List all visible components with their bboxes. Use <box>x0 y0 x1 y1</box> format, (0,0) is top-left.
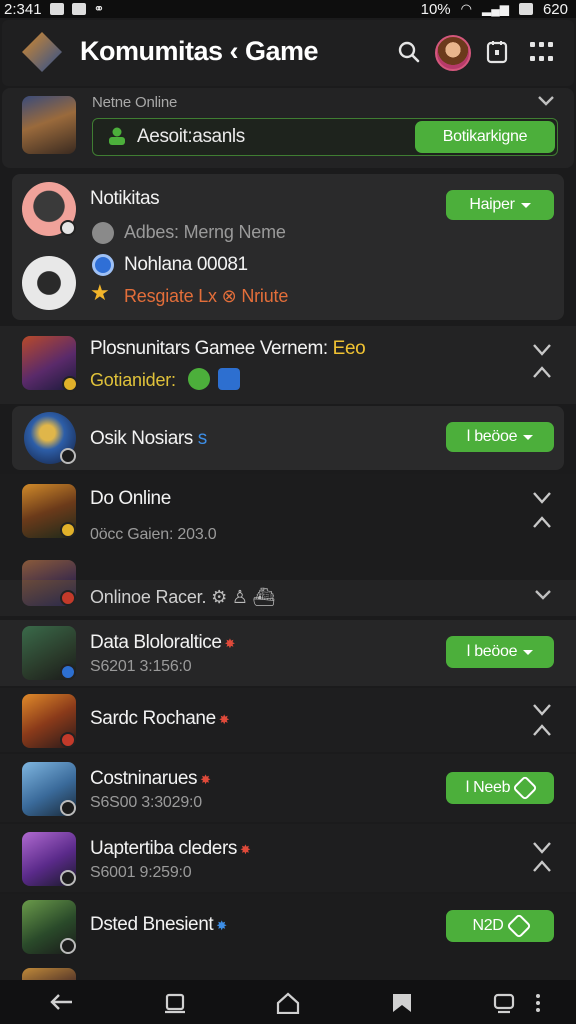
item-subtitle: S6S00 3:3029:0 <box>90 794 202 811</box>
list-item[interactable]: Osik Nosiars s l beöoe <box>12 406 564 470</box>
chevron-down-icon[interactable] <box>533 704 551 716</box>
item-action-button[interactable]: l Neeb <box>446 772 554 804</box>
item-title: Sardc Rochane ✸ <box>90 708 230 729</box>
share-icon <box>512 775 538 801</box>
featured-title: Notikitas <box>90 188 160 209</box>
recents-icon[interactable] <box>163 992 187 1014</box>
shield-icon <box>92 254 114 276</box>
avatar <box>22 256 76 310</box>
featured-line2: Nohlana 00081 <box>124 254 248 275</box>
chevron-down-icon <box>520 202 531 208</box>
chevron-down-icon[interactable] <box>533 344 551 356</box>
more-icon[interactable] <box>534 992 542 1014</box>
chevron-down-icon[interactable] <box>533 842 551 854</box>
chat-badge-icon <box>188 368 210 390</box>
badge-icon <box>60 590 76 606</box>
helper-dropdown-button[interactable]: Haiper <box>446 190 554 220</box>
status-field[interactable]: Aesoit:asanls Botikarkigne <box>92 118 558 156</box>
item-subtitle: 0öcc Gaien: 203.0 <box>90 526 217 543</box>
battery-icon <box>518 3 533 15</box>
status-bar: 2:341 ⚭ 10% ◠ ▂▄▆ 620 <box>0 0 576 18</box>
item-title: Plosnunitars Gamee Vernem: Eeo <box>90 338 366 359</box>
item-subtitle: S6001 9:259:0 <box>90 864 192 881</box>
list-item[interactable]: Costninarues ✸ S6S00 3:3029:0 l Neeb <box>0 754 576 822</box>
list-item[interactable]: Onlinoe Racer. ⚙ ♙ ⛴ <box>0 580 576 616</box>
bookmark-icon[interactable] <box>390 992 414 1014</box>
star-icon: ★ <box>90 280 110 305</box>
badge-icon <box>60 870 76 886</box>
badge-icon <box>60 800 76 816</box>
wifi-icon: ◠ <box>460 1 472 16</box>
item-subtitle: S6201 3:156:0 <box>90 658 192 675</box>
item-dropdown-button[interactable]: l beöoe <box>446 636 554 668</box>
battery-percent: 10% <box>420 0 451 18</box>
list-item[interactable]: Do Online 0öcc Gaien: 203.0 <box>0 474 576 580</box>
chevron-up-icon[interactable] <box>533 860 551 872</box>
bottom-nav <box>0 980 576 1024</box>
item-title: Onlinoe Racer. ⚙ ♙ ⛴ <box>90 587 276 607</box>
tablet-icon[interactable] <box>485 39 509 65</box>
item-action-button[interactable]: N2D <box>446 910 554 942</box>
badge-icon <box>60 664 76 680</box>
user-group-icon <box>107 127 127 145</box>
chevron-down-icon <box>523 434 534 440</box>
page-title: Komumitas ‹ Game <box>80 36 319 66</box>
list-item[interactable]: Dsted Bnesient ✸ N2D <box>0 894 576 980</box>
grid-menu-icon[interactable] <box>530 42 554 66</box>
back-icon[interactable] <box>50 992 74 1014</box>
featured-line3: Resgiate Lx ⊗ Nriute <box>124 286 289 306</box>
badge-icon <box>62 376 78 392</box>
link-badge-icon <box>218 368 240 390</box>
badge-icon <box>60 938 76 954</box>
search-icon[interactable] <box>398 41 420 63</box>
item-title: Do Online <box>90 488 171 509</box>
game-thumbnail <box>22 560 76 580</box>
panel-label: Netne Online <box>92 94 178 111</box>
chevron-down-icon[interactable] <box>533 492 551 504</box>
badge-icon <box>60 732 76 748</box>
notification-icon <box>71 3 86 15</box>
chevron-down-icon <box>523 649 534 655</box>
game-thumbnail <box>22 96 76 154</box>
list-item[interactable]: Uaptertiba cleders ✸ S6001 9:259:0 <box>0 824 576 892</box>
item-subtitle: Gotianider: <box>90 370 176 390</box>
item-title: Dsted Bnesient ✸ <box>90 914 227 935</box>
list-item[interactable]: Sardc Rochane ✸ <box>0 688 576 752</box>
list-item[interactable]: Plosnunitars Gamee Vernem: Eeo Gotianide… <box>0 326 576 404</box>
avatar[interactable] <box>435 35 471 71</box>
signal-icon: ▂▄▆ <box>482 2 509 16</box>
chevron-up-icon[interactable] <box>533 366 551 378</box>
status-clock: 620 <box>542 0 568 18</box>
home-icon[interactable] <box>276 992 300 1015</box>
link-icon: ⚭ <box>93 1 105 16</box>
app-bar: Komumitas ‹ Game <box>2 20 574 86</box>
chevron-up-icon[interactable] <box>533 516 551 528</box>
item-title: Osik Nosiars s <box>90 428 207 449</box>
item-dropdown-button[interactable]: l beöoe <box>446 422 554 452</box>
item-title: Data Bloloraltice ✸ <box>90 632 236 653</box>
badge-icon <box>60 522 76 538</box>
item-title: Costninarues ✸ <box>90 768 211 789</box>
online-panel: Netne Online Aesoit:asanls Botikarkigne <box>2 88 574 168</box>
item-title: Uaptertiba cleders ✸ <box>90 838 251 859</box>
badge-icon <box>60 448 76 464</box>
chat-icon[interactable] <box>492 992 516 1014</box>
chevron-down-icon[interactable] <box>535 590 553 602</box>
list-item[interactable]: Data Bloloraltice ✸ S6201 3:156:0 l beöoe <box>0 620 576 686</box>
featured-card: Notikitas Adbes: Merng Neme Nohlana 0008… <box>12 174 564 320</box>
chevron-down-icon[interactable] <box>538 96 556 108</box>
status-action-button[interactable]: Botikarkigne <box>415 121 555 153</box>
status-time: 2:341 <box>4 0 42 18</box>
featured-line1: Adbes: Merng Neme <box>124 222 286 242</box>
notification-icon <box>49 3 64 15</box>
user-icon <box>92 222 114 244</box>
game-logo-icon <box>22 32 62 72</box>
badge-icon <box>60 220 76 236</box>
chevron-up-icon[interactable] <box>533 724 551 736</box>
share-icon <box>505 913 532 939</box>
status-field-value: Aesoit:asanls <box>137 126 245 147</box>
game-thumbnail <box>22 968 76 980</box>
